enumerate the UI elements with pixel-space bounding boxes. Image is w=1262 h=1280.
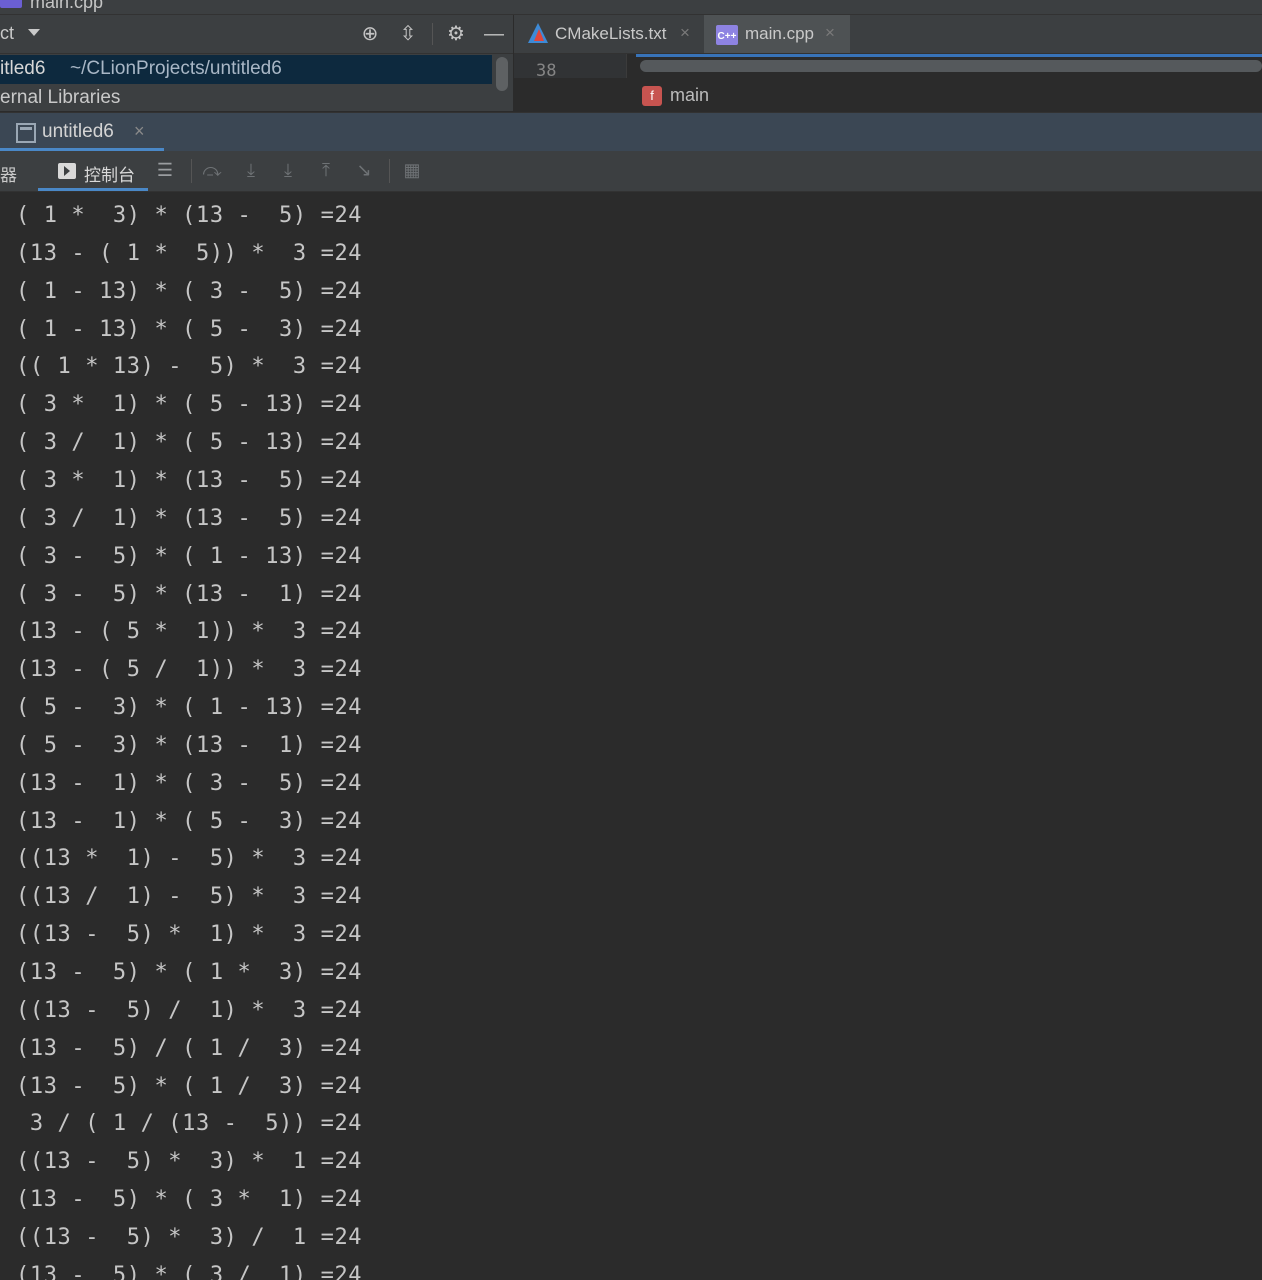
locate-icon[interactable]: ⊕ [357,21,383,47]
tab-debugger[interactable]: 器 [0,161,17,186]
run-tab-label: untitled6 [42,121,114,142]
console-line: (13 - 1) * ( 5 - 3) =24 [16,808,363,834]
console-line: ( 1 * 3) * (13 - 5) =24 [16,203,363,228]
project-view-selector[interactable]: ct [0,23,14,44]
console-line: ( 3 * 1) * (13 - 5) =24 [16,467,363,493]
tab-main-cpp[interactable]: C++ main.cpp × [704,15,850,53]
project-panel: ct ⊕ ⇳ ⚙ — itled6 ~/CLionProjects/untitl… [0,15,513,111]
collapse-all-icon[interactable]: ⇳ [395,21,421,47]
debug-toolbar: 器 控制台 ☰ ⤼ ⤓ ⤓ ⤒ ↘ ▦ [0,151,1262,192]
console-output[interactable]: ( 1 * 3) * (13 - 5) =24 (13 - ( 1 * 5)) *… [0,192,1262,1280]
close-icon[interactable]: × [134,121,145,142]
console-line: ( 5 - 3) * ( 1 - 13) =24 [16,695,363,721]
minimize-icon[interactable]: — [481,21,507,47]
console-line: ( 3 - 5) * (13 - 1) =24 [16,581,363,607]
console-icon [58,163,76,179]
tree-item-project-root[interactable]: itled6 ~/CLionProjects/untitled6 [0,55,492,84]
close-icon[interactable]: × [825,23,835,43]
window-title-strip: main.cpp [0,0,1262,15]
gear-icon[interactable]: ⚙ [443,21,469,47]
step-out-icon[interactable]: ⤒ [314,160,338,182]
cpp-file-icon [0,0,22,8]
console-line: ((13 / 1) - 5) * 3 =24 [16,884,363,910]
project-scrollbar[interactable] [496,57,508,91]
console-line: ((13 - 5) * 1) * 3 =24 [16,922,363,948]
editor-area[interactable]: 38 f main [514,54,1262,111]
evaluate-table-icon[interactable]: ▦ [400,160,424,182]
tab-console-label: 控制台 [84,166,135,185]
console-line: ((13 * 1) - 5) * 3 =24 [16,846,363,872]
tree-item-path: ~/CLionProjects/untitled6 [70,58,282,79]
console-line: (13 - 1) * ( 3 - 5) =24 [16,770,363,796]
editor-tab-bar: CMakeLists.txt × C++ main.cpp × [514,15,1262,54]
tree-item-label: itled6 [0,58,46,79]
close-icon[interactable]: × [680,23,690,43]
console-line: ( 1 - 13) * ( 3 - 5) =24 [16,278,363,304]
console-line: ((13 - 5) / 1) * 3 =24 [16,997,363,1023]
cmake-icon-accent [534,29,544,41]
console-line: ( 3 - 5) * ( 1 - 13) =24 [16,543,363,569]
chevron-down-icon[interactable] [28,29,40,36]
step-into-icon[interactable]: ⤓ [239,160,263,182]
console-line: (13 - 5) * ( 3 * 1) =24 [16,1187,363,1213]
tree-item-external-libraries[interactable]: ernal Libraries [0,87,120,109]
tab-console[interactable]: 控制台 [38,151,148,191]
tab-label: CMakeLists.txt [555,24,667,43]
menu-lines-icon[interactable]: ☰ [153,160,177,182]
window-file-name: main.cpp [30,0,104,12]
console-line: (13 - 5) * ( 1 * 3) =24 [16,960,363,985]
tab-label: main.cpp [745,24,814,43]
console-line: ( 3 / 1) * ( 5 - 13) =24 [16,430,363,456]
function-icon: f [642,86,662,106]
console-line: (13 - 5) * ( 1 / 3) =24 [16,1073,363,1099]
console-line: 3 / ( 1 / (13 - 5)) =24 [16,1111,363,1137]
toolbar-divider [389,159,390,183]
console-line: ( 3 / 1) * (13 - 5) =24 [16,505,363,531]
console-line: (13 - 5) * ( 3 / 1) =24 [16,1262,363,1280]
console-line: (13 - ( 5 * 1)) * 3 =24 [16,619,363,645]
console-line: ( 1 - 13) * ( 5 - 3) =24 [16,316,363,342]
toolbar-divider [191,159,192,183]
editor-accent-line [636,54,1262,57]
run-to-cursor-icon[interactable]: ↘ [352,160,376,182]
editor-horizontal-scrollbar[interactable] [640,60,1262,72]
force-step-into-icon[interactable]: ⤓ [276,160,300,182]
active-tab-indicator [38,188,148,191]
tab-run-untitled6[interactable]: untitled6 × [0,113,164,151]
line-number: 38 [536,61,557,81]
console-line: (13 - 5) / ( 1 / 3) =24 [16,1035,363,1061]
toolbar-divider [432,23,433,45]
run-tool-window-tabs: untitled6 × [0,112,1262,151]
step-over-icon[interactable]: ⤼ [200,160,224,182]
console-line: (13 - ( 1 * 5)) * 3 =24 [16,240,363,266]
console-line: (( 1 * 13) - 5) * 3 =24 [16,354,363,380]
console-line: ((13 - 5) * 3) / 1 =24 [16,1224,363,1250]
console-line: ((13 - 5) * 3) * 1 =24 [16,1149,363,1175]
console-line: (13 - ( 5 / 1)) * 3 =24 [16,657,363,683]
cpp-file-icon: C++ [716,25,738,45]
breadcrumb-function-main[interactable]: main [670,85,709,106]
console-line: ( 3 * 1) * ( 5 - 13) =24 [16,392,363,418]
console-line: ( 5 - 3) * (13 - 1) =24 [16,732,363,758]
tab-cmakelists[interactable]: CMakeLists.txt × [514,15,704,53]
line-gutter: 38 [514,54,627,81]
project-toolbar: ct ⊕ ⇳ ⚙ — [0,15,513,54]
run-config-icon [16,123,36,143]
